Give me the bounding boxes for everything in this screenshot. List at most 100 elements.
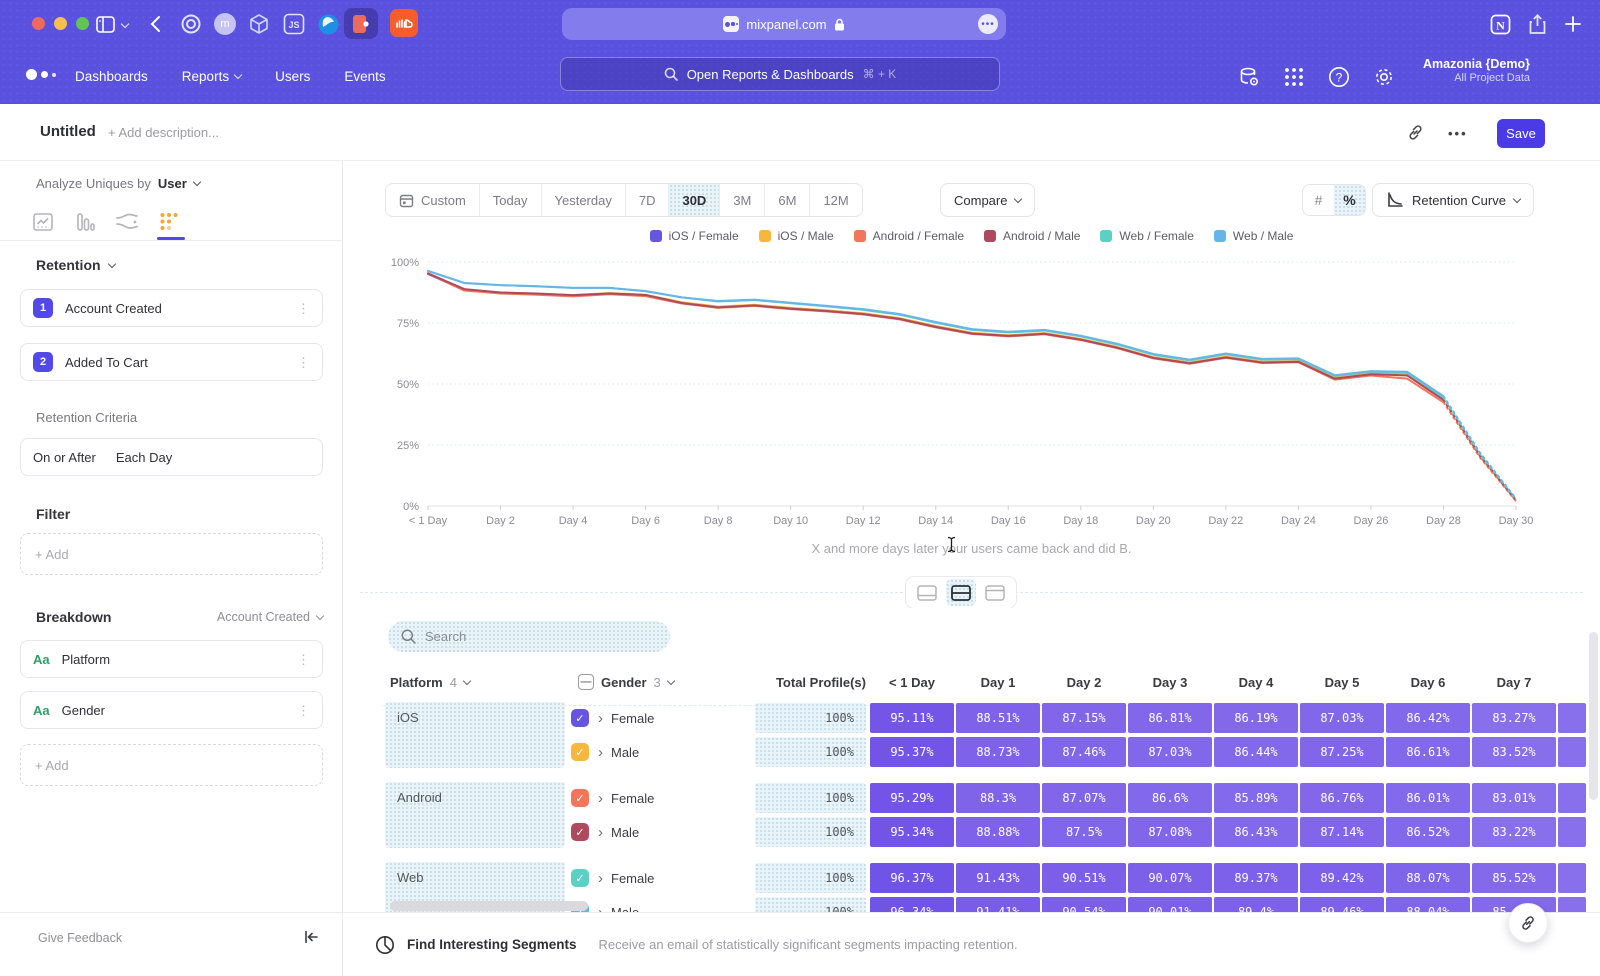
retention-cell[interactable]: 86.61% [1386,737,1470,767]
range-30d[interactable]: 30D [669,184,720,216]
retention-cell[interactable]: 86.81% [1128,703,1212,733]
breakdown-add-button[interactable]: + Add [20,744,323,786]
retention-cell-clipped[interactable] [1558,703,1586,733]
retention-cell[interactable]: 88.04% [1386,897,1470,912]
breakdown-gender[interactable]: Aa Gender ⋮ [20,691,323,729]
browser-address-bar[interactable]: mixpanel.com ••• [562,8,1006,40]
retention-cell-clipped[interactable] [1558,783,1586,813]
nav-item-reports[interactable]: Reports [182,69,241,84]
unit-percent[interactable]: % [1334,185,1365,215]
legend-item[interactable]: iOS / Male [759,229,834,243]
nav-item-dashboards[interactable]: Dashboards [75,69,148,84]
legend-item[interactable]: Android / Female [854,229,964,243]
platform-column-header[interactable]: Platform 4 [390,666,470,698]
save-button[interactable]: Save [1497,119,1545,148]
range-3m[interactable]: 3M [720,184,765,216]
retention-cell[interactable]: 95.37% [870,737,954,767]
expand-chevron-icon[interactable]: › [598,710,603,727]
expand-chevron-icon[interactable]: › [598,824,603,841]
retention-cell[interactable]: 89.37% [1214,863,1298,893]
retention-cell[interactable]: 87.08% [1128,817,1212,847]
nav-item-events[interactable]: Events [344,69,385,84]
cube-icon[interactable] [246,11,272,37]
tab-flows-icon[interactable] [114,209,140,235]
legend-item[interactable]: Android / Male [984,229,1080,243]
filter-add-button[interactable]: + Add [20,533,323,575]
breakdown-platform[interactable]: Aa Platform ⋮ [20,640,323,678]
retention-cell[interactable]: 86.76% [1300,783,1384,813]
retention-cell[interactable]: 90.07% [1128,863,1212,893]
retention-cell-clipped[interactable] [1558,737,1586,767]
target-icon[interactable] [178,11,204,37]
range-7d[interactable]: 7D [626,184,670,216]
retention-cell[interactable]: 86.6% [1128,783,1212,813]
platform-cell[interactable]: iOS [385,702,565,768]
retention-cell[interactable]: 87.46% [1042,737,1126,767]
series-line-android-female-solid[interactable] [428,273,1443,402]
gender-checkbox[interactable]: ✓ [571,743,589,761]
retention-cell[interactable]: 87.03% [1300,703,1384,733]
gender-select-all-checkbox[interactable]: — [578,674,594,690]
retention-cell[interactable]: 87.03% [1128,737,1212,767]
minimize-window-button[interactable] [54,17,67,30]
expand-chevron-icon[interactable]: › [598,870,603,887]
retention-cell[interactable]: 95.11% [870,703,954,733]
chevron-down-icon[interactable] [118,11,132,37]
tab-funnels-icon[interactable] [72,209,98,235]
browser-sidebar-icon[interactable] [92,11,118,37]
retention-cell[interactable]: 88.88% [956,817,1040,847]
retention-cell[interactable]: 86.42% [1386,703,1470,733]
day-header-7[interactable]: Day 7 [1472,666,1556,698]
day-header-4[interactable]: Day 4 [1214,666,1298,698]
retention-cell[interactable]: 83.01% [1472,783,1556,813]
apps-grid-icon[interactable] [1281,64,1307,90]
retention-section-header[interactable]: Retention [36,257,115,273]
retention-cell[interactable]: 96.37% [870,863,954,893]
retention-cell[interactable]: 88.73% [956,737,1040,767]
retention-cell[interactable]: 90.01% [1128,897,1212,912]
retention-cell[interactable]: 87.07% [1042,783,1126,813]
give-feedback-link[interactable]: Give Feedback [38,931,122,945]
retention-cell[interactable]: 95.34% [870,817,954,847]
series-line-ios-female-solid[interactable] [428,274,1443,399]
new-tab-icon[interactable] [1560,11,1586,37]
range-custom[interactable]: Custom [386,184,480,216]
player-icon[interactable] [344,8,378,39]
kebab-menu-icon[interactable]: ⋮ [297,356,310,369]
day-header-1[interactable]: Day 1 [956,666,1040,698]
tab-insights-icon[interactable] [30,209,56,235]
series-line-ios-male-solid[interactable] [428,273,1443,399]
gender-checkbox[interactable]: ✓ [571,869,589,887]
open-reports-search[interactable]: Open Reports & Dashboards ⌘ + K [560,57,1000,91]
retention-cell[interactable]: 83.27% [1472,703,1556,733]
settings-gear-icon[interactable] [1371,64,1397,90]
range-12m[interactable]: 12M [810,184,861,216]
layout-chart-only-icon[interactable] [912,579,942,606]
legend-item[interactable]: iOS / Female [650,229,739,243]
step-added-to-cart[interactable]: 2 Added To Cart ⋮ [20,343,323,381]
retention-cell[interactable]: 89.4% [1214,897,1298,912]
gender-checkbox[interactable]: ✓ [571,709,589,727]
copy-link-icon[interactable] [1406,123,1425,142]
more-actions-icon[interactable]: ••• [1448,126,1468,141]
day-header-6[interactable]: Day 6 [1386,666,1470,698]
browser-back-icon[interactable] [142,11,168,37]
kebab-menu-icon[interactable]: ⋮ [297,704,310,717]
collapse-sidebar-icon[interactable] [302,928,320,946]
retention-cell[interactable]: 85.52% [1472,863,1556,893]
retention-cell[interactable]: 90.54% [1042,897,1126,912]
find-segments-link[interactable]: Find Interesting Segments [407,937,577,952]
retention-cell-clipped[interactable] [1558,897,1586,912]
nav-item-users[interactable]: Users [275,69,310,84]
range-6m[interactable]: 6M [765,184,810,216]
retention-cell[interactable]: 86.19% [1214,703,1298,733]
gender-column-header[interactable]: — Gender 3 [578,666,674,698]
range-yesterday[interactable]: Yesterday [542,184,626,216]
series-line-android-male-solid[interactable] [428,273,1443,399]
mixpanel-logo[interactable] [26,69,56,80]
retention-cell[interactable]: 83.22% [1472,817,1556,847]
analyze-value[interactable]: User [158,176,187,191]
day-header-5[interactable]: Day 5 [1300,666,1384,698]
retention-cell[interactable]: 86.01% [1386,783,1470,813]
retention-cell[interactable]: 89.46% [1300,897,1384,912]
